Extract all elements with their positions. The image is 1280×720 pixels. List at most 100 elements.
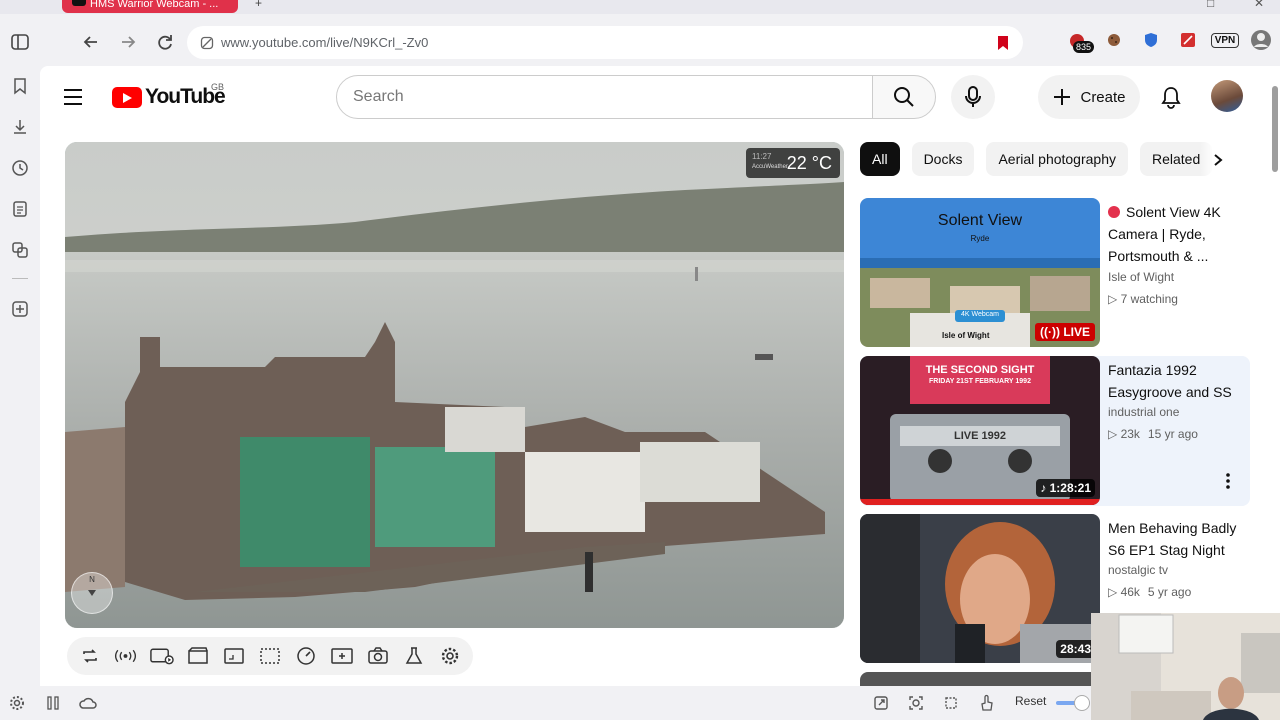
vpn-button[interactable]: VPN (1210, 26, 1240, 54)
playlist-play-icon[interactable] (149, 644, 174, 668)
chip-aerial-photography[interactable]: Aerial photography (986, 142, 1128, 176)
plus-icon (1054, 89, 1071, 105)
restore-window-icon[interactable]: □ (1207, 0, 1214, 10)
downloads-icon[interactable] (9, 116, 31, 138)
browser-toolbar: 835 VPN (0, 14, 1280, 66)
site-info-icon[interactable] (199, 35, 215, 51)
sidebar-divider (12, 278, 28, 279)
more-options-icon[interactable] (1218, 471, 1238, 491)
recommendation-item[interactable]: Solent View Ryde 4K Webcam Isle of Wight… (860, 198, 1250, 348)
create-button[interactable]: Create (1038, 75, 1140, 119)
open-external-icon[interactable] (870, 692, 892, 714)
notifications-bell-icon[interactable] (1156, 82, 1186, 112)
channel-name[interactable]: industrial one (1108, 405, 1179, 419)
camera-compass-button[interactable]: N (71, 572, 113, 614)
screenshot-icon[interactable] (365, 644, 390, 668)
video-title[interactable]: Men Behaving Badly S6 EP1 Stag Night (1108, 517, 1238, 561)
fit-screen-icon[interactable] (221, 644, 246, 668)
zoom-slider-knob[interactable] (1074, 695, 1090, 711)
zoom-reset-button[interactable]: Reset (1015, 694, 1046, 708)
translate-icon[interactable] (9, 239, 31, 261)
pause-icon[interactable] (42, 692, 64, 714)
thumb-tag: LIVE 1992 (954, 430, 1006, 442)
frame-step-icon[interactable] (329, 644, 354, 668)
chip-docks[interactable]: Docks (911, 142, 975, 176)
thumb-tag: 4K Webcam (961, 311, 999, 318)
search-box[interactable] (336, 75, 873, 119)
add-panel-icon[interactable] (9, 298, 31, 320)
video-title[interactable]: Fantazia 1992 Easygroove and SS (1108, 359, 1238, 403)
extension-badge: 835 (1073, 41, 1095, 53)
weather-cloud-icon[interactable] (77, 692, 99, 714)
recommendation-item[interactable]: THE SECOND SIGHT FRIDAY 21ST FEBRUARY 19… (860, 356, 1250, 506)
tile-icon[interactable] (940, 692, 962, 714)
history-icon[interactable] (9, 157, 31, 179)
youtube-logo[interactable]: YouTube (112, 85, 226, 109)
voice-search-button[interactable] (951, 75, 995, 119)
presenter-webcam-image (1091, 613, 1280, 720)
sidebar-toggle-icon[interactable] (6, 28, 34, 56)
masthead: YouTube GB Create (40, 66, 1280, 128)
video-thumbnail-partial[interactable] (860, 672, 1100, 686)
youtube-play-icon (112, 86, 142, 108)
chips-next-button[interactable] (1200, 142, 1236, 178)
video-player[interactable]: 11:27 AccuWeather 22 °C N (65, 142, 844, 628)
audio-note-icon: ♪ (1040, 481, 1050, 495)
search-icon (894, 87, 914, 107)
bookmarks-icon[interactable] (9, 75, 31, 97)
youtube-page: YouTube GB Create (40, 66, 1280, 686)
views-play-icon: ▷ (1108, 585, 1121, 599)
video-thumbnail[interactable]: 28:43 (860, 514, 1100, 663)
temperature-value: 22 °C (786, 152, 832, 173)
video-thumbnail[interactable]: Solent View Ryde 4K Webcam Isle of Wight… (860, 198, 1100, 347)
loop-icon[interactable] (77, 644, 102, 668)
hamburger-menu-icon[interactable] (62, 85, 92, 109)
page-actions-icon[interactable] (976, 692, 998, 714)
page-scrollbar[interactable] (1270, 68, 1280, 686)
experiments-flask-icon[interactable] (401, 644, 426, 668)
profile-icon[interactable] (1248, 26, 1274, 54)
shield-extension-icon[interactable] (1140, 26, 1162, 54)
video-thumbnail[interactable]: THE SECOND SIGHT FRIDAY 21ST FEBRUARY 19… (860, 356, 1100, 505)
search-button[interactable] (872, 75, 936, 119)
browser-sidebar (0, 66, 40, 686)
microphone-icon (965, 86, 981, 107)
back-icon[interactable] (77, 28, 105, 56)
account-avatar[interactable] (1211, 80, 1243, 112)
address-bar[interactable] (187, 26, 1023, 59)
presenter-webcam-overlay (1091, 613, 1280, 720)
video-title[interactable]: Solent View 4K Camera | Ryde, Portsmouth… (1108, 201, 1238, 267)
capture-icon[interactable] (905, 692, 927, 714)
cookie-extension-icon[interactable] (1103, 26, 1125, 54)
active-tab[interactable]: HMS Warrior Webcam - ... (62, 0, 238, 13)
video-meta: ▷ 23k 15 yr ago (1108, 427, 1198, 441)
settings-gear-icon[interactable] (6, 692, 28, 714)
forward-icon[interactable] (114, 28, 142, 56)
search-input[interactable] (353, 88, 833, 106)
channel-name[interactable]: Isle of Wight (1108, 270, 1174, 284)
player-tools-bar (67, 637, 473, 675)
overlay-brand: AccuWeather (752, 164, 788, 170)
settings-gear-icon[interactable] (437, 644, 462, 668)
scrollbar-thumb[interactable] (1272, 86, 1278, 172)
channel-name[interactable]: nostalgic tv (1108, 563, 1168, 577)
new-tab-button[interactable]: + (255, 0, 262, 10)
speed-icon[interactable] (293, 644, 318, 668)
video-duration: ♪ 1:28:21 (1036, 479, 1095, 497)
compass-north-label: N (89, 575, 95, 584)
audio-mode-icon[interactable] (113, 644, 138, 668)
pdf-extension-icon[interactable] (1177, 26, 1199, 54)
bookmark-icon[interactable] (997, 35, 1009, 56)
reload-icon[interactable] (151, 28, 179, 56)
weather-overlay: 11:27 AccuWeather 22 °C (746, 148, 840, 178)
notes-icon[interactable] (9, 198, 31, 220)
thumb-sub: FRIDAY 21ST FEBRUARY 1992 (929, 378, 1031, 385)
mini-player-icon[interactable] (257, 644, 282, 668)
live-badge: ((·)) LIVE (1035, 323, 1095, 341)
upload-age: 15 yr ago (1147, 427, 1198, 441)
cinema-mode-icon[interactable] (185, 644, 210, 668)
close-window-icon[interactable]: ✕ (1254, 0, 1264, 10)
browser-status-bar: Reset (0, 686, 1280, 720)
url-input[interactable] (221, 35, 981, 50)
chip-all[interactable]: All (860, 142, 900, 176)
